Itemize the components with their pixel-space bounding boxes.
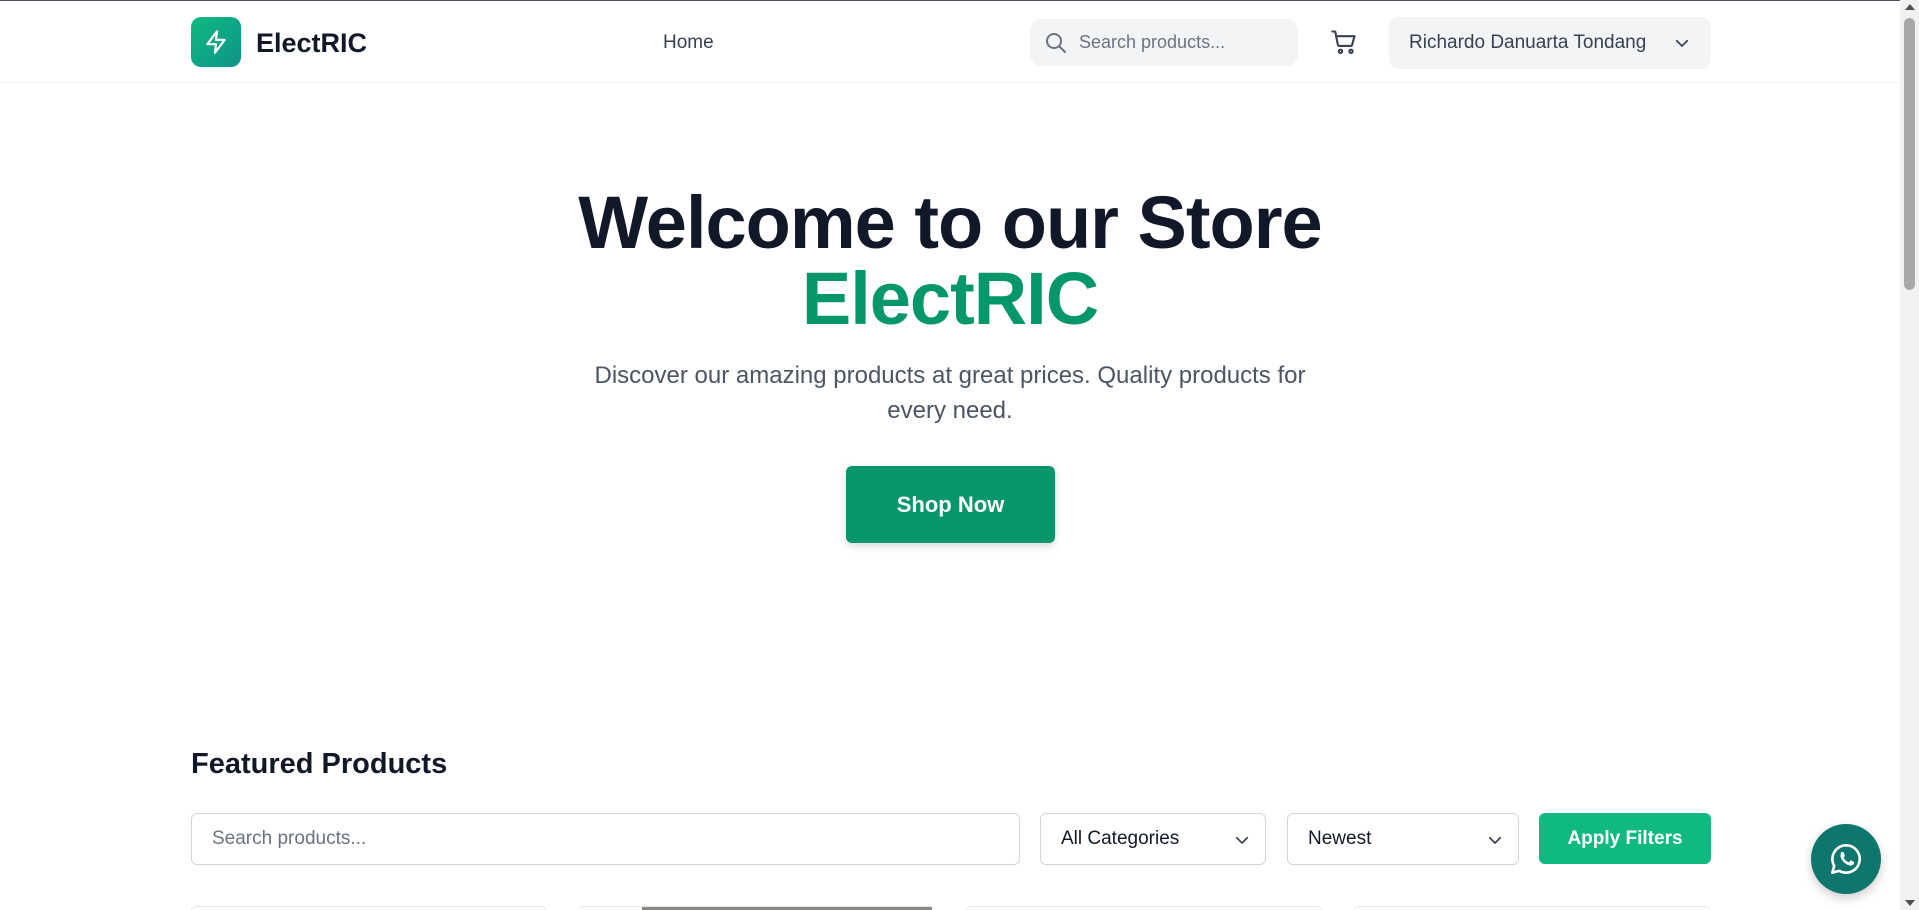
sort-select[interactable]: Newest <box>1287 813 1519 865</box>
product-card[interactable] <box>966 906 1322 910</box>
hero-title-brand: ElectRIC <box>801 257 1099 340</box>
cart-icon <box>1331 30 1356 55</box>
page-scrollbar[interactable] <box>1900 0 1919 910</box>
header-search-input[interactable] <box>1079 19 1289 66</box>
user-name: Richardo Danuarta Tondang <box>1409 32 1647 53</box>
product-search-input[interactable] <box>191 813 1020 865</box>
whatsapp-chat-button[interactable] <box>1811 824 1881 894</box>
search-icon <box>1046 33 1066 53</box>
hero-subtitle: Discover our amazing products at great p… <box>594 362 1306 424</box>
chevron-down-icon <box>1675 39 1689 47</box>
cart-button[interactable] <box>1327 25 1361 59</box>
whatsapp-icon <box>1831 844 1862 874</box>
scroll-thumb[interactable] <box>1904 18 1915 290</box>
chevron-down-icon <box>1235 836 1249 844</box>
category-select-value: All Categories <box>1061 828 1180 849</box>
logo[interactable] <box>191 17 241 67</box>
chevron-down-icon <box>1488 836 1502 844</box>
navbar: ElectRIC Home Richardo Danuarta Tondang <box>0 0 1900 83</box>
category-select[interactable]: All Categories <box>1040 813 1266 865</box>
page: ElectRIC Home Richardo Danuarta Tondang … <box>0 0 1919 910</box>
brand-name[interactable]: ElectRIC <box>256 27 367 59</box>
scroll-down-arrow-icon[interactable] <box>1905 900 1915 906</box>
shop-now-button[interactable]: Shop Now <box>846 466 1055 543</box>
product-card[interactable] <box>191 906 547 910</box>
product-card[interactable] <box>1354 906 1710 910</box>
user-menu[interactable]: Richardo Danuarta Tondang <box>1389 17 1711 69</box>
apply-filters-button[interactable]: Apply Filters <box>1539 813 1711 864</box>
featured-products-heading: Featured Products <box>191 748 448 780</box>
lightning-bolt-icon <box>206 30 226 54</box>
hero-title: Welcome to our Store <box>578 181 1322 264</box>
nav-link-home[interactable]: Home <box>663 31 714 55</box>
sort-select-value: Newest <box>1308 828 1372 849</box>
header-search[interactable] <box>1030 19 1298 66</box>
scroll-up-arrow-icon[interactable] <box>1905 4 1915 10</box>
product-card[interactable] <box>579 906 935 910</box>
